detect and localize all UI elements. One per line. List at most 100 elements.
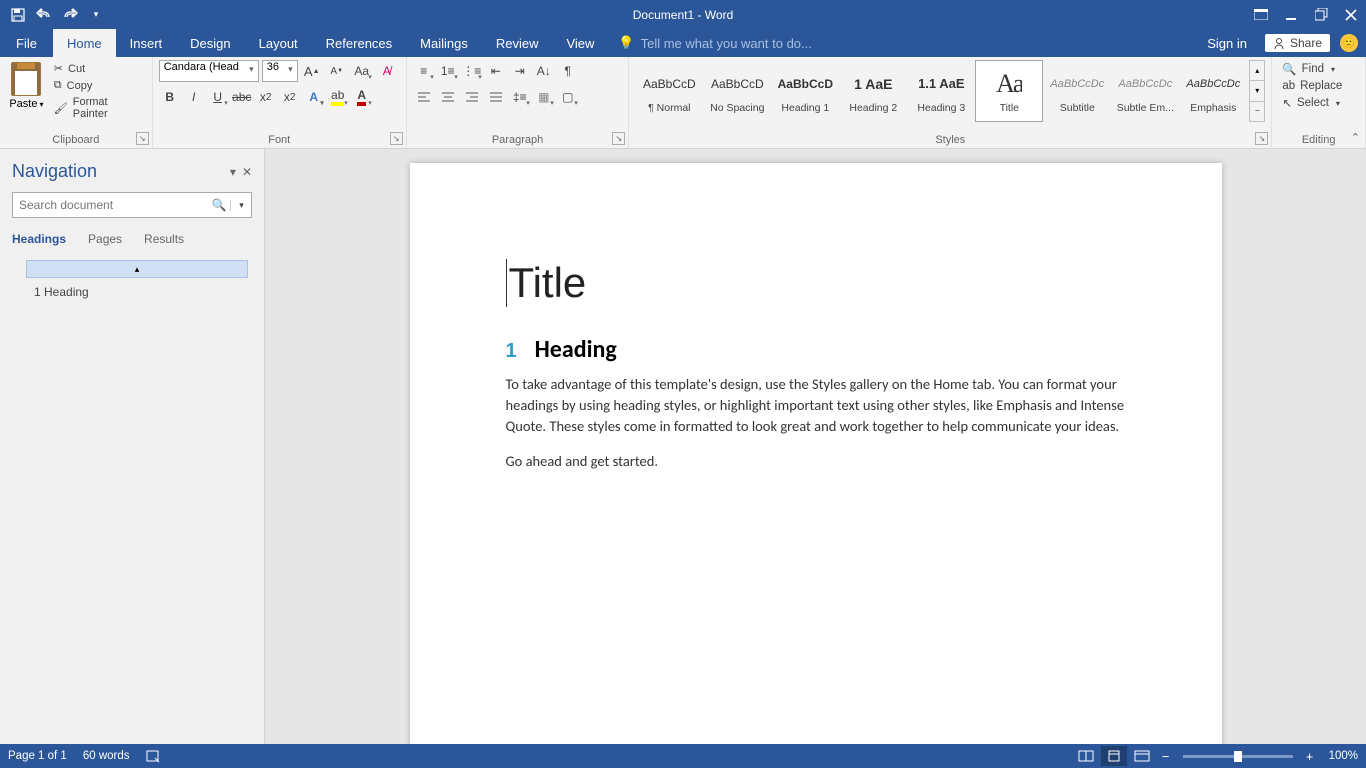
redo-icon[interactable] <box>58 3 82 27</box>
sort-icon[interactable]: A↓ <box>533 60 555 82</box>
superscript-button[interactable]: x2 <box>279 86 301 108</box>
grow-font-icon[interactable]: A▲ <box>301 60 323 82</box>
tab-view[interactable]: View <box>552 29 608 57</box>
line-spacing-icon[interactable]: ‡≡▾ <box>509 86 531 108</box>
tab-layout[interactable]: Layout <box>245 29 312 57</box>
increase-indent-icon[interactable]: ⇥ <box>509 60 531 82</box>
undo-icon[interactable] <box>32 3 56 27</box>
nav-dropdown-icon[interactable]: ▾ <box>230 165 236 179</box>
styles-launcher-icon[interactable]: ↘ <box>1255 132 1268 145</box>
doc-paragraph[interactable]: To take advantage of this template's des… <box>506 374 1126 437</box>
collapse-ribbon-icon[interactable]: ⌃ <box>1351 131 1360 144</box>
italic-button[interactable]: I <box>183 86 205 108</box>
feedback-smiley-icon[interactable]: 🙂 <box>1340 34 1358 52</box>
tab-mailings[interactable]: Mailings <box>406 29 482 57</box>
doc-heading[interactable]: 1 Heading <box>506 335 1126 364</box>
font-size-select[interactable]: 36 <box>262 60 298 82</box>
find-button[interactable]: 🔍Find▾ <box>1278 60 1346 78</box>
tab-references[interactable]: References <box>312 29 406 57</box>
nav-heading-item[interactable]: 1 Heading <box>12 281 252 303</box>
shading-icon[interactable]: ▦▾ <box>533 86 555 108</box>
tell-me-search[interactable]: 💡 Tell me what you want to do... <box>608 29 811 57</box>
clear-formatting-icon[interactable]: A̸ <box>376 60 398 82</box>
text-effects-icon[interactable]: A▾ <box>303 86 325 108</box>
tab-file[interactable]: File <box>0 29 53 57</box>
nav-close-icon[interactable]: ✕ <box>242 165 252 179</box>
font-launcher-icon[interactable]: ↘ <box>390 132 403 145</box>
tab-design[interactable]: Design <box>176 29 244 57</box>
ribbon-display-icon[interactable] <box>1246 0 1276 29</box>
group-label-font: Font <box>153 134 406 146</box>
align-right-icon[interactable] <box>461 86 483 108</box>
doc-paragraph[interactable]: Go ahead and get started. <box>506 451 1126 472</box>
borders-icon[interactable]: ▢▾ <box>557 86 579 108</box>
style-heading-2[interactable]: 1 AaEHeading 2 <box>839 60 907 122</box>
tab-home[interactable]: Home <box>53 29 116 57</box>
nav-tab-pages[interactable]: Pages <box>88 232 122 250</box>
zoom-level[interactable]: 100% <box>1329 750 1358 762</box>
select-button[interactable]: ↖Select▾ <box>1278 94 1346 112</box>
restore-icon[interactable] <box>1306 0 1336 29</box>
doc-title[interactable]: Title <box>506 259 1126 307</box>
document-area[interactable]: Title 1 Heading To take advantage of thi… <box>265 149 1366 744</box>
style-emphasis[interactable]: AaBbCcDcEmphasis <box>1179 60 1247 122</box>
bold-button[interactable]: B <box>159 86 181 108</box>
copy-button[interactable]: ⧉Copy <box>51 77 146 94</box>
shrink-font-icon[interactable]: A▼ <box>326 60 348 82</box>
styles-more-button[interactable]: ▴▾⎯ <box>1249 60 1265 122</box>
style-heading-1[interactable]: AaBbCcDHeading 1 <box>771 60 839 122</box>
strikethrough-button[interactable]: abc <box>231 86 253 108</box>
qat-customize-icon[interactable]: ▾ <box>84 3 108 27</box>
read-mode-icon[interactable] <box>1073 746 1099 766</box>
proofing-icon[interactable] <box>146 749 162 763</box>
tab-review[interactable]: Review <box>482 29 553 57</box>
underline-button[interactable]: U▾ <box>207 86 229 108</box>
nav-tab-results[interactable]: Results <box>144 232 184 250</box>
decrease-indent-icon[interactable]: ⇤ <box>485 60 507 82</box>
style-title[interactable]: AaTitle <box>975 60 1043 122</box>
print-layout-icon[interactable] <box>1101 746 1127 766</box>
show-marks-icon[interactable]: ¶ <box>557 60 579 82</box>
style-subtle-em-[interactable]: AaBbCcDcSubtle Em... <box>1111 60 1179 122</box>
change-case-icon[interactable]: Aa▾ <box>351 60 373 82</box>
font-color-icon[interactable]: A▾ <box>351 86 373 108</box>
nav-collapse-bar[interactable]: ▴ <box>26 260 248 278</box>
bullets-icon[interactable]: ≡▾ <box>413 60 435 82</box>
highlight-icon[interactable]: ab▾ <box>327 86 349 108</box>
zoom-in-button[interactable]: + <box>1301 749 1319 764</box>
replace-button[interactable]: abReplace <box>1278 78 1346 94</box>
style--normal[interactable]: AaBbCcD¶ Normal <box>635 60 703 122</box>
word-count[interactable]: 60 words <box>83 750 130 762</box>
numbering-icon[interactable]: 1≡▾ <box>437 60 459 82</box>
minimize-icon[interactable] <box>1276 0 1306 29</box>
style-subtitle[interactable]: AaBbCcDcSubtitle <box>1043 60 1111 122</box>
paragraph-launcher-icon[interactable]: ↘ <box>612 132 625 145</box>
zoom-out-button[interactable]: − <box>1157 749 1175 764</box>
style-no-spacing[interactable]: AaBbCcDNo Spacing <box>703 60 771 122</box>
clipboard-launcher-icon[interactable]: ↘ <box>136 132 149 145</box>
format-painter-button[interactable]: 🖌Format Painter <box>51 94 146 122</box>
search-icon[interactable]: 🔍 <box>208 198 230 212</box>
heading-number: 1 <box>506 340 517 363</box>
page[interactable]: Title 1 Heading To take advantage of thi… <box>410 163 1222 744</box>
align-left-icon[interactable] <box>413 86 435 108</box>
subscript-button[interactable]: x2 <box>255 86 277 108</box>
cut-button[interactable]: ✂Cut <box>51 60 146 77</box>
save-icon[interactable] <box>6 3 30 27</box>
share-button[interactable]: Share <box>1265 34 1330 52</box>
zoom-slider[interactable] <box>1183 755 1293 758</box>
close-icon[interactable] <box>1336 0 1366 29</box>
justify-icon[interactable] <box>485 86 507 108</box>
search-dropdown-icon[interactable]: ▾ <box>230 200 252 211</box>
page-indicator[interactable]: Page 1 of 1 <box>8 750 67 762</box>
web-layout-icon[interactable] <box>1129 746 1155 766</box>
nav-tab-headings[interactable]: Headings <box>12 232 66 250</box>
multilevel-list-icon[interactable]: ⋮≡▾ <box>461 60 483 82</box>
style-label: Heading 1 <box>781 102 829 114</box>
paste-button[interactable]: Paste▾ <box>6 60 47 130</box>
sign-in-link[interactable]: Sign in <box>1195 36 1259 51</box>
align-center-icon[interactable] <box>437 86 459 108</box>
font-name-select[interactable]: Candara (Head <box>159 60 259 82</box>
style-heading-3[interactable]: 1.1 AaEHeading 3 <box>907 60 975 122</box>
tab-insert[interactable]: Insert <box>116 29 177 57</box>
